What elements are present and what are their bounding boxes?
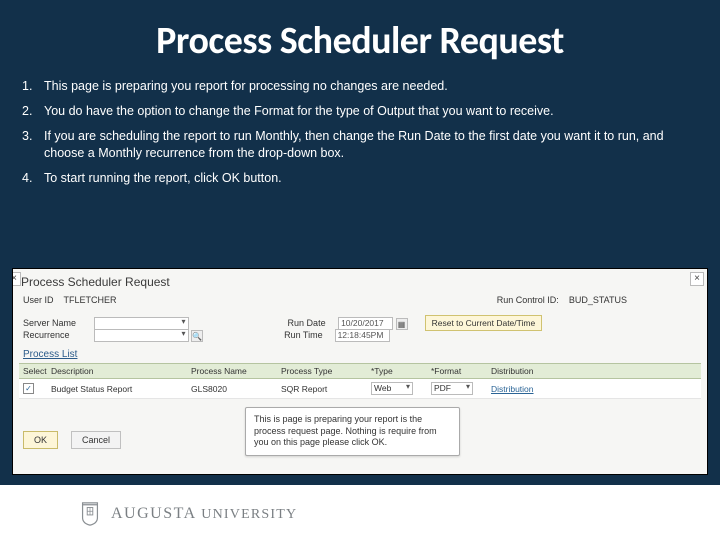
instruction-item: 1. This page is preparing you report for… (22, 78, 698, 95)
run-date-label: Run Date (288, 318, 336, 328)
cancel-button[interactable]: Cancel (71, 431, 121, 449)
row-description: Budget Status Report (51, 384, 191, 394)
col-process-name: Process Name (191, 366, 281, 376)
instruction-text: This page is preparing you report for pr… (44, 78, 698, 95)
calendar-icon[interactable]: ▦ (396, 318, 408, 330)
run-time-input[interactable]: 12:18:45PM (335, 329, 390, 342)
instruction-number: 1. (22, 78, 44, 95)
instruction-number: 4. (22, 170, 44, 187)
instruction-text: To start running the report, click OK bu… (44, 170, 698, 187)
user-id-value: TFLETCHER (64, 295, 117, 305)
col-process-type: Process Type (281, 366, 371, 376)
col-select: Select (23, 366, 51, 376)
row-process-name: GLS8020 (191, 384, 281, 394)
close-icon[interactable]: × (12, 272, 21, 286)
recurrence-label: Recurrence (23, 330, 91, 340)
process-table: Select Description Process Name Process … (19, 363, 701, 399)
footer-branding: AUGUSTA UNIVERSITY (78, 501, 297, 527)
table-header: Select Description Process Name Process … (19, 363, 701, 379)
instruction-text: You do have the option to change the For… (44, 103, 698, 120)
row-distribution-link[interactable]: Distribution (491, 384, 534, 394)
row-type-select[interactable]: Web (371, 382, 413, 395)
col-format: *Format (431, 366, 491, 376)
row-select-checkbox[interactable]: ✓ (23, 383, 34, 394)
row-recurrence-runtime: Recurrence 🔍 Run Time 12:18:45PM (23, 329, 697, 342)
dialog-title: Process Scheduler Request (21, 275, 170, 289)
ok-button[interactable]: OK (23, 431, 58, 449)
table-row: ✓ Budget Status Report GLS8020 SQR Repor… (19, 379, 701, 399)
run-control-id-label: Run Control ID: (497, 295, 559, 305)
server-name-label: Server Name (23, 318, 91, 328)
col-description: Description (51, 366, 191, 376)
university-name: AUGUSTA UNIVERSITY (111, 505, 297, 523)
instruction-number: 2. (22, 103, 44, 120)
recurrence-select[interactable] (94, 329, 189, 342)
slide-dark-panel: Process Scheduler Request 1. This page i… (0, 0, 720, 485)
row-process-type: SQR Report (281, 384, 371, 394)
embedded-screenshot: × × Process Scheduler Request User ID TF… (12, 268, 708, 475)
close-icon[interactable]: × (690, 272, 704, 286)
lookup-icon[interactable]: 🔍 (191, 330, 203, 342)
row-format-select[interactable]: PDF (431, 382, 473, 395)
instruction-text: If you are scheduling the report to run … (44, 128, 698, 162)
instruction-callout: This is page is preparing your report is… (245, 407, 460, 456)
university-shield-icon (78, 501, 102, 527)
page-title: Process Scheduler Request (0, 0, 720, 78)
instruction-item: 4. To start running the report, click OK… (22, 170, 698, 187)
col-type: *Type (371, 366, 431, 376)
instruction-number: 3. (22, 128, 44, 162)
run-time-label: Run Time (284, 330, 332, 340)
run-control-id-value: BUD_STATUS (569, 295, 627, 305)
instruction-item: 2. You do have the option to change the … (22, 103, 698, 120)
user-id-label: User ID (23, 295, 54, 305)
col-distribution: Distribution (491, 366, 551, 376)
process-list-heading: Process List (23, 349, 77, 360)
instruction-item: 3. If you are scheduling the report to r… (22, 128, 698, 162)
instructions-list: 1. This page is preparing you report for… (0, 78, 720, 204)
row-user-runcontrol: User ID TFLETCHER Run Control ID: BUD_ST… (23, 295, 697, 305)
